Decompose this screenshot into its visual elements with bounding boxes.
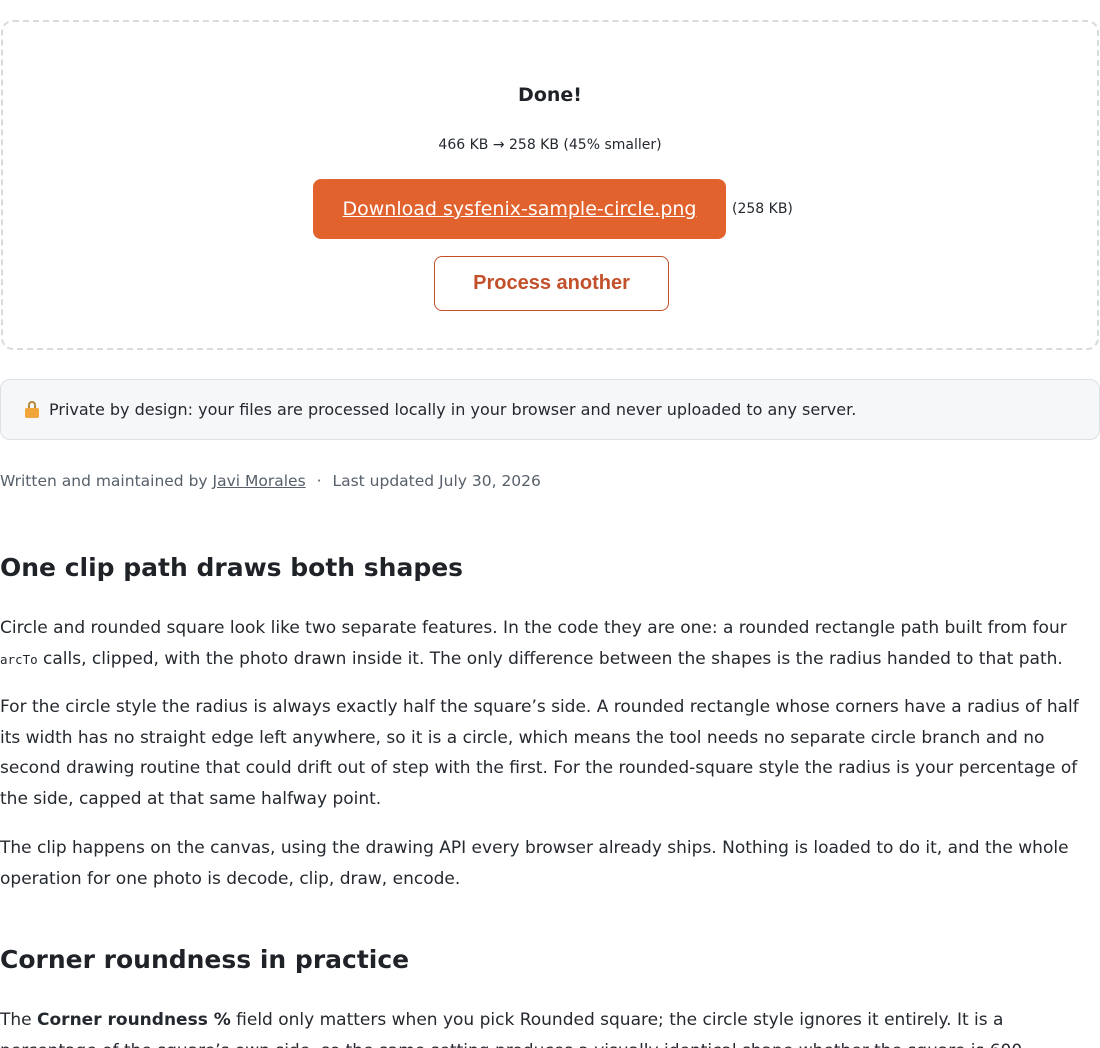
paragraph-text: Circle and rounded square look like two … (0, 618, 1067, 638)
section-heading-clip-path: One clip path draws both shapes (0, 553, 464, 582)
done-title: Done! (518, 84, 582, 106)
byline: Written and maintained by Javi Morales ·… (0, 472, 541, 490)
last-updated: Last updated July 30, 2026 (332, 472, 541, 490)
paragraph-text: calls, clipped, with the photo drawn ins… (43, 648, 1063, 669)
inline-code: arcTo (0, 651, 38, 667)
page: Done! 466 KB → 258 KB (45% smaller) Down… (0, 0, 1100, 1048)
download-size: (258 KB) (732, 201, 793, 217)
privacy-note: Private by design: your files are proces… (0, 379, 1100, 440)
lock-icon (25, 401, 39, 418)
paragraph-canvas-clip: The clip happens on the canvas, using th… (0, 838, 1069, 889)
section-heading-corner-roundness: Corner roundness in practice (0, 945, 410, 974)
paragraph-circle-radius: For the circle style the radius is alway… (0, 697, 1079, 809)
privacy-text: Private by design: your files are proces… (49, 400, 857, 419)
byline-separator: · (316, 472, 322, 490)
paragraph-corner-roundness: The Corner roundness % field only matter… (0, 1005, 1100, 1048)
size-summary: 466 KB → 258 KB (45% smaller) (438, 137, 662, 153)
byline-prefix: Written and maintained by (0, 472, 208, 490)
download-button[interactable]: Download sysfenix-sample-circle.png (313, 179, 726, 239)
download-row: Download sysfenix-sample-circle.png (258… (3, 177, 1097, 239)
paragraph-text: The (0, 1010, 32, 1030)
paragraph-clip-intro: Circle and rounded square look like two … (0, 613, 1100, 675)
author-link[interactable]: Javi Morales (213, 472, 306, 490)
field-name-bold: Corner roundness % (37, 1010, 231, 1030)
result-panel: Done! 466 KB → 258 KB (45% smaller) Down… (1, 20, 1099, 350)
process-another-button[interactable]: Process another (434, 256, 669, 311)
